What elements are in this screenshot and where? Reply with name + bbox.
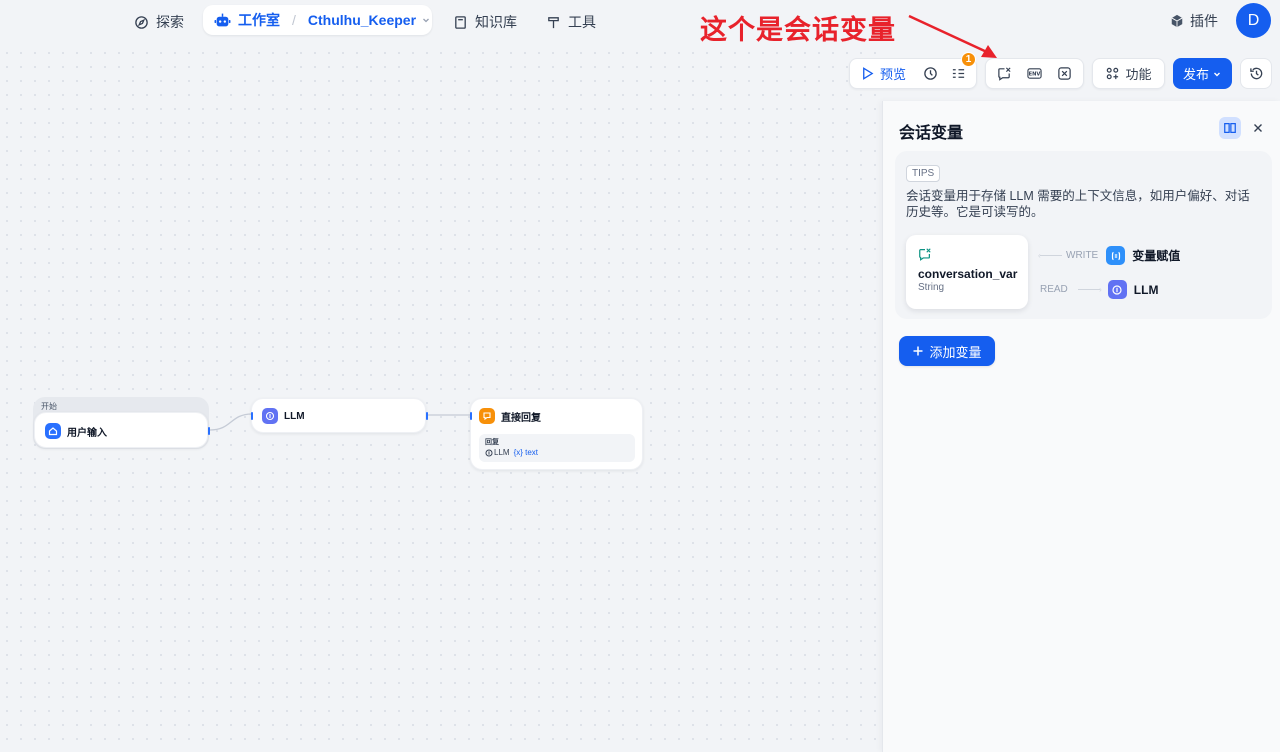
panel-title: 会话变量: [899, 125, 964, 142]
nav-knowledge[interactable]: 知识库: [453, 9, 517, 35]
env-icon: ENV: [1027, 68, 1042, 79]
run-history-button[interactable]: [916, 59, 944, 88]
studio-breadcrumb[interactable]: 工作室 / Cthulhu_Keeper: [203, 5, 432, 35]
start-node-title: 用户输入: [67, 427, 107, 439]
annotation-arrow: [908, 14, 997, 58]
checklist-icon: [952, 69, 964, 78]
global-variable-button[interactable]: [1050, 59, 1078, 88]
app-name[interactable]: Cthulhu_Keeper: [308, 12, 416, 28]
answer-icon: [479, 408, 495, 424]
compass-icon: [135, 15, 148, 29]
features-label: 功能: [1125, 67, 1152, 82]
llm-input-handle[interactable]: [251, 412, 253, 420]
cube-icon: [1171, 14, 1183, 28]
avatar[interactable]: D: [1236, 3, 1271, 38]
panel-docs-button[interactable]: [1219, 117, 1241, 139]
preview-toolbar: 预览 1: [849, 52, 977, 89]
chat-variable-icon: [919, 248, 931, 261]
add-variable-label: 添加变量: [929, 344, 982, 360]
checklist-badge: 1: [961, 52, 977, 67]
nav-tools-label: 工具: [568, 14, 596, 30]
write-label: WRITE: [1066, 250, 1099, 261]
chat-variable-icon: [998, 67, 1011, 81]
assign-icon: [1106, 246, 1126, 265]
annotation-text: 这个是会话变量: [700, 15, 896, 46]
answer-reply-field: 回复 LLM {x} text: [479, 434, 635, 462]
answer-input-handle[interactable]: [470, 412, 472, 420]
hammer-icon: [548, 16, 559, 28]
nav-plugins[interactable]: 插件: [1170, 11, 1218, 31]
start-output-handle[interactable]: [208, 427, 210, 435]
answer-node-title: 直接回复: [501, 412, 541, 424]
llm-node-title: LLM: [284, 410, 305, 422]
variables-toolbar: ENV: [985, 58, 1084, 89]
example-variable-type: String: [918, 282, 945, 293]
answer-field-label: 回复: [485, 439, 499, 446]
nav-studio-label[interactable]: 工作室: [238, 10, 280, 30]
plus-icon: [913, 346, 923, 356]
write-target: 变量赋值: [1132, 249, 1181, 263]
answer-variable: {x} text: [513, 448, 539, 457]
publish-label: 发布: [1182, 67, 1209, 82]
checklist-button[interactable]: 1: [944, 52, 977, 88]
history-icon: [1249, 67, 1262, 80]
answer-source: LLM: [494, 448, 510, 457]
tips-card: TIPS 会话变量用于存储 LLM 需要的上下文信息，如用户偏好、对话历史等。它…: [895, 151, 1272, 319]
variable-x-icon: [1057, 67, 1071, 80]
llm-icon: [1107, 280, 1127, 299]
home-icon: [45, 423, 61, 439]
write-flow-row: ‹ WRITE 变量赋值: [1038, 246, 1181, 265]
read-target: LLM: [1133, 282, 1159, 297]
preview-label: 预览: [880, 67, 907, 82]
conversation-variables-panel: 会话变量 TIPS 会话变量用于存储 LLM 需要的上下文信息，如用户偏好、对话…: [882, 101, 1280, 752]
book-icon: [455, 15, 466, 29]
publish-button[interactable]: 发布: [1173, 58, 1232, 89]
nav-tools[interactable]: 工具: [546, 9, 596, 35]
conversation-variable-button[interactable]: [991, 59, 1019, 88]
example-variable-name: conversation_var: [918, 267, 1018, 281]
features-button[interactable]: 功能: [1092, 58, 1165, 89]
nav-explore[interactable]: 探索: [134, 9, 184, 35]
close-icon[interactable]: [1250, 120, 1266, 136]
robot-icon: [214, 13, 231, 26]
answer-node[interactable]: 直接回复 回复 LLM {x} text: [470, 398, 643, 470]
llm-output-handle[interactable]: [426, 412, 428, 420]
tips-tag: TIPS: [906, 165, 941, 182]
nav-explore-label: 探索: [156, 14, 184, 30]
chevron-down-icon: [1214, 72, 1220, 76]
top-navigation: 探索 工作室 / Cthulhu_Keeper 知识库 工具 这个是会话变量 插…: [0, 0, 1280, 58]
env-icon-text: ENV: [1029, 72, 1041, 78]
example-variable-card: conversation_var String: [906, 235, 1028, 309]
llm-node[interactable]: LLM: [251, 398, 428, 433]
open-book-icon: [1224, 123, 1236, 133]
start-node[interactable]: 用户输入: [34, 412, 210, 448]
env-variable-button[interactable]: ENV: [1020, 59, 1048, 88]
apps-icon: [1107, 67, 1119, 80]
llm-small-icon: [485, 448, 493, 457]
read-label: READ: [1040, 284, 1068, 295]
add-variable-button[interactable]: 添加变量: [899, 336, 995, 366]
read-flow-row: READ › LLM: [1040, 280, 1158, 299]
preview-button[interactable]: 预览: [850, 59, 916, 88]
nav-knowledge-label: 知识库: [475, 14, 517, 30]
breadcrumb-separator: /: [292, 12, 296, 28]
start-section-label: 开始: [41, 402, 57, 411]
tips-text: 会话变量用于存储 LLM 需要的上下文信息，如用户偏好、对话历史等。它是可读写的…: [906, 189, 1250, 219]
version-history-button[interactable]: [1240, 58, 1272, 89]
chevron-down-icon[interactable]: [421, 15, 431, 25]
nav-plugins-label: 插件: [1190, 13, 1218, 29]
llm-icon: [262, 408, 278, 424]
clock-play-icon: [923, 67, 937, 80]
play-icon: [863, 67, 874, 80]
